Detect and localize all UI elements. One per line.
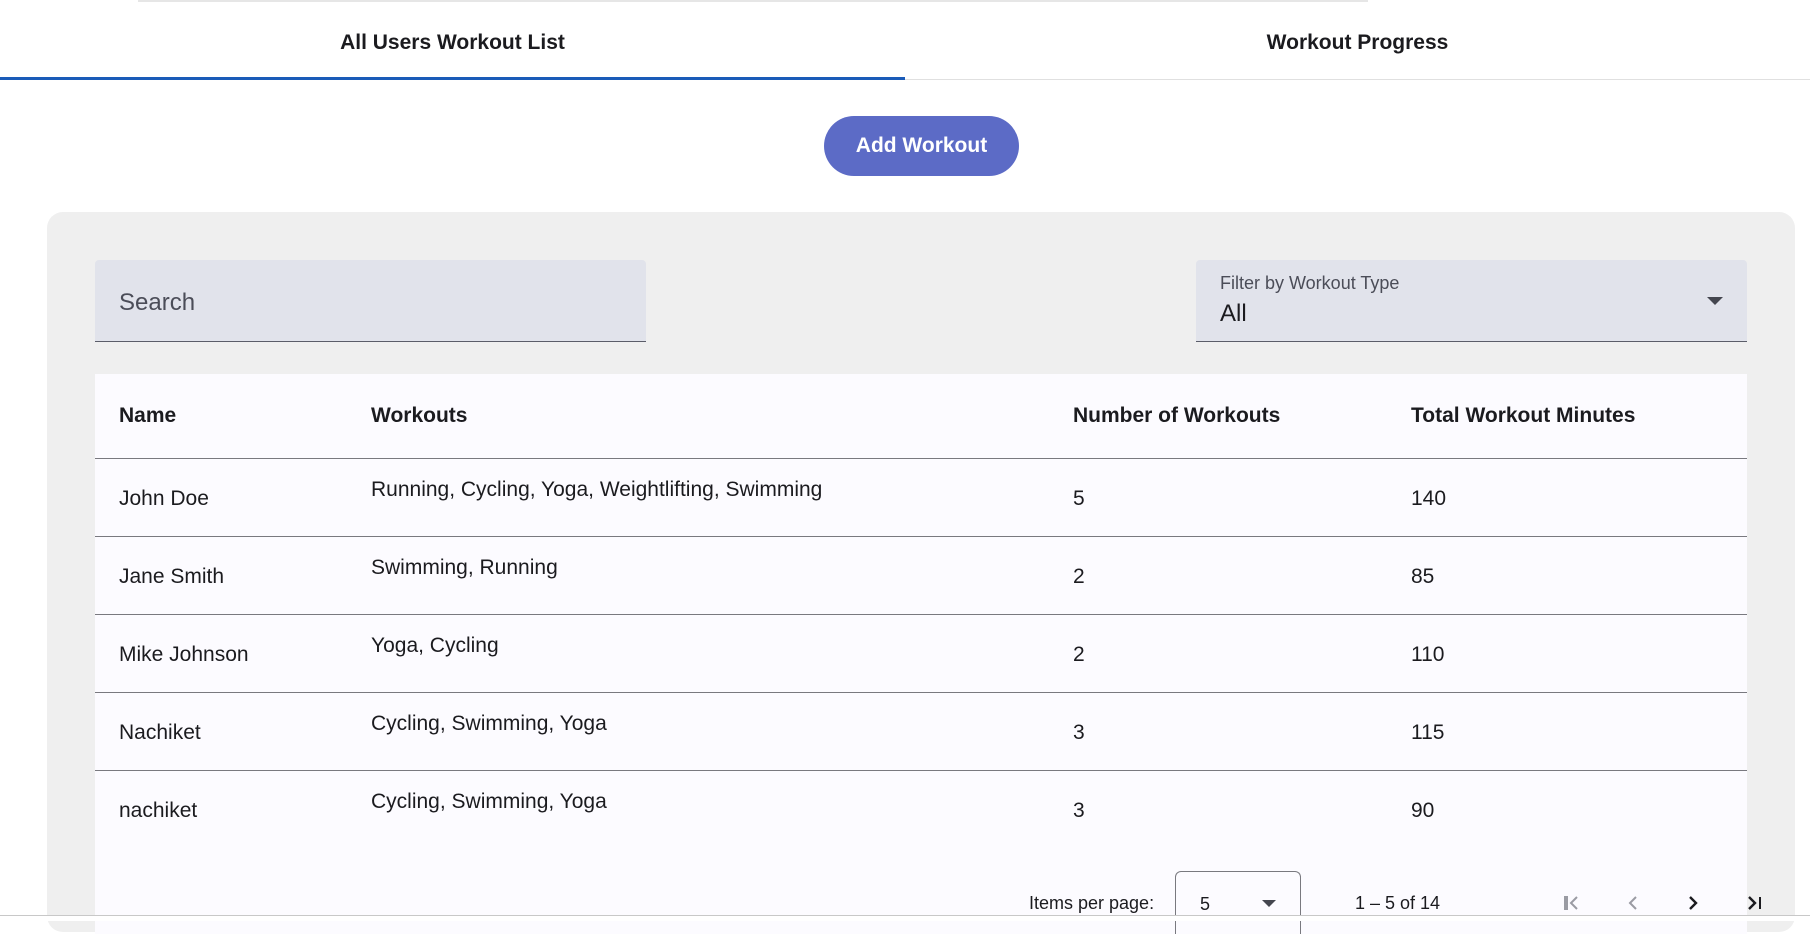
cell-minutes: 85: [1411, 565, 1435, 588]
items-per-page-select[interactable]: 5: [1175, 871, 1301, 934]
cell-name: nachiket: [119, 799, 198, 822]
filter-value: All: [1220, 300, 1247, 327]
workout-type-filter-select[interactable]: Filter by Workout Type All: [1196, 260, 1747, 342]
chevron-left-icon: [1628, 896, 1637, 910]
tab-label: Workout Progress: [1266, 30, 1449, 54]
cell-count: 3: [1073, 799, 1085, 822]
tab-all-users-workout-list[interactable]: All Users Workout List: [0, 6, 905, 80]
cell-minutes: 90: [1411, 799, 1435, 822]
filter-label: Filter by Workout Type: [1220, 273, 1400, 293]
add-workout-label: Add Workout: [855, 134, 988, 157]
workout-table: Name Workouts Number of Workouts Total W…: [95, 374, 1761, 934]
cell-count: 2: [1073, 643, 1085, 666]
cell-name: Jane Smith: [119, 565, 225, 588]
table-row[interactable]: Nachiket Cycling, Swimming, Yoga 3 115: [95, 693, 1747, 771]
cell-workouts: Swimming, Running: [371, 556, 558, 579]
table-row[interactable]: nachiket Cycling, Swimming, Yoga 3 90: [95, 771, 1747, 849]
paginator: Items per page: 5 1 – 5 of 14: [95, 871, 1761, 934]
cell-minutes: 115: [1411, 721, 1445, 744]
column-header-total-workout-minutes[interactable]: Total Workout Minutes: [1411, 404, 1635, 428]
table-row[interactable]: Mike Johnson Yoga, Cycling 2 110: [95, 615, 1747, 693]
tab-label: All Users Workout List: [340, 30, 565, 54]
column-header-name[interactable]: Name: [119, 404, 176, 428]
search-input[interactable]: Search: [95, 260, 646, 342]
first-page-icon: [1564, 896, 1578, 910]
cell-count: 3: [1073, 721, 1085, 744]
cell-count: 5: [1073, 487, 1085, 510]
table-header-row: Name Workouts Number of Workouts Total W…: [95, 374, 1747, 459]
column-header-workouts[interactable]: Workouts: [371, 404, 467, 428]
workout-list-card: Search Filter by Workout Type All Name W…: [47, 212, 1795, 934]
cell-name: Mike Johnson: [119, 643, 249, 666]
add-workout-button[interactable]: Add Workout: [824, 116, 1019, 176]
cell-workouts: Running, Cycling, Yoga, Weightlifting, S…: [371, 478, 823, 501]
top-scrollbar: [138, 0, 1368, 2]
items-per-page-value: 5: [1200, 894, 1211, 914]
tab-bar: All Users Workout List Workout Progress: [0, 6, 1810, 80]
tab-workout-progress[interactable]: Workout Progress: [905, 6, 1810, 79]
table-row[interactable]: John Doe Running, Cycling, Yoga, Weightl…: [95, 459, 1747, 537]
arrow-drop-down-icon: [1262, 900, 1276, 907]
window-bottom-edge: [0, 915, 1810, 921]
cell-name: Nachiket: [119, 721, 201, 744]
last-page-icon: [1748, 896, 1761, 910]
cell-workouts: Cycling, Swimming, Yoga: [371, 712, 607, 735]
cell-count: 2: [1073, 565, 1085, 588]
chevron-right-icon: [1689, 896, 1698, 910]
items-per-page-label: Items per page:: [1029, 893, 1155, 913]
arrow-drop-down-icon: [1707, 297, 1723, 305]
cell-minutes: 110: [1411, 643, 1445, 666]
cell-workouts: Yoga, Cycling: [371, 634, 499, 657]
cell-minutes: 140: [1411, 487, 1447, 510]
column-header-number-of-workouts[interactable]: Number of Workouts: [1073, 404, 1280, 428]
table-row[interactable]: Jane Smith Swimming, Running 2 85: [95, 537, 1747, 615]
search-placeholder: Search: [119, 289, 196, 316]
cell-name: John Doe: [119, 487, 209, 510]
page-range-label: 1 – 5 of 14: [1355, 893, 1441, 913]
cell-workouts: Cycling, Swimming, Yoga: [371, 790, 607, 813]
